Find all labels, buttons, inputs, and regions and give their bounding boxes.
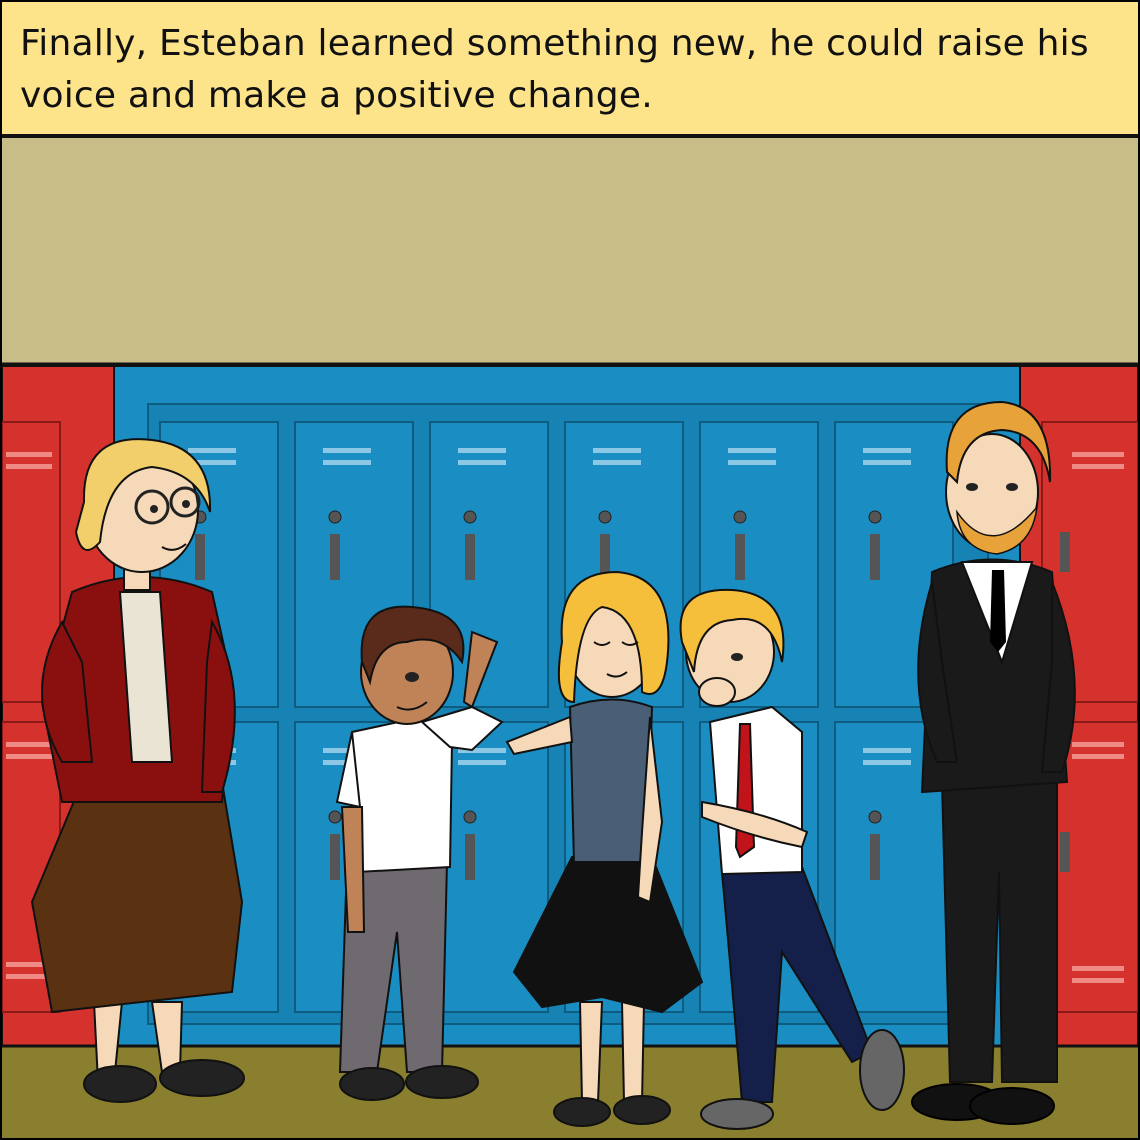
locker-vent — [323, 460, 371, 465]
hallway-scene — [2, 138, 1138, 1138]
locker-knob — [868, 810, 882, 824]
locker-handle — [870, 534, 880, 580]
locker-knob — [328, 510, 342, 524]
locker-knob — [463, 510, 477, 524]
locker-knob — [328, 810, 342, 824]
comic-panel: Finally, Esteban learned something new, … — [2, 2, 1138, 1138]
locker-vent — [863, 448, 911, 453]
locker-vent — [458, 448, 506, 453]
locker-handle — [870, 834, 880, 880]
locker-knob — [733, 510, 747, 524]
locker-vent — [188, 448, 236, 453]
locker-handle — [465, 834, 475, 880]
locker-knob — [463, 810, 477, 824]
locker-vent — [593, 460, 641, 465]
locker-handle — [465, 534, 475, 580]
locker-vent — [728, 460, 776, 465]
wall — [2, 138, 1138, 366]
locker-vent — [863, 760, 911, 765]
locker-handle — [195, 534, 205, 580]
locker-handle — [330, 534, 340, 580]
locker-vent — [863, 748, 911, 753]
locker-knob — [598, 510, 612, 524]
locker-vent — [458, 760, 506, 765]
locker-vent — [728, 448, 776, 453]
locker-vent — [863, 460, 911, 465]
locker-handle — [330, 834, 340, 880]
locker-vent — [323, 448, 371, 453]
locker-knob — [868, 510, 882, 524]
locker-handle — [735, 534, 745, 580]
caption-text: Finally, Esteban learned something new, … — [20, 23, 1089, 116]
locker-vent — [458, 460, 506, 465]
locker-vent — [593, 448, 641, 453]
caption-box: Finally, Esteban learned something new, … — [2, 2, 1138, 138]
